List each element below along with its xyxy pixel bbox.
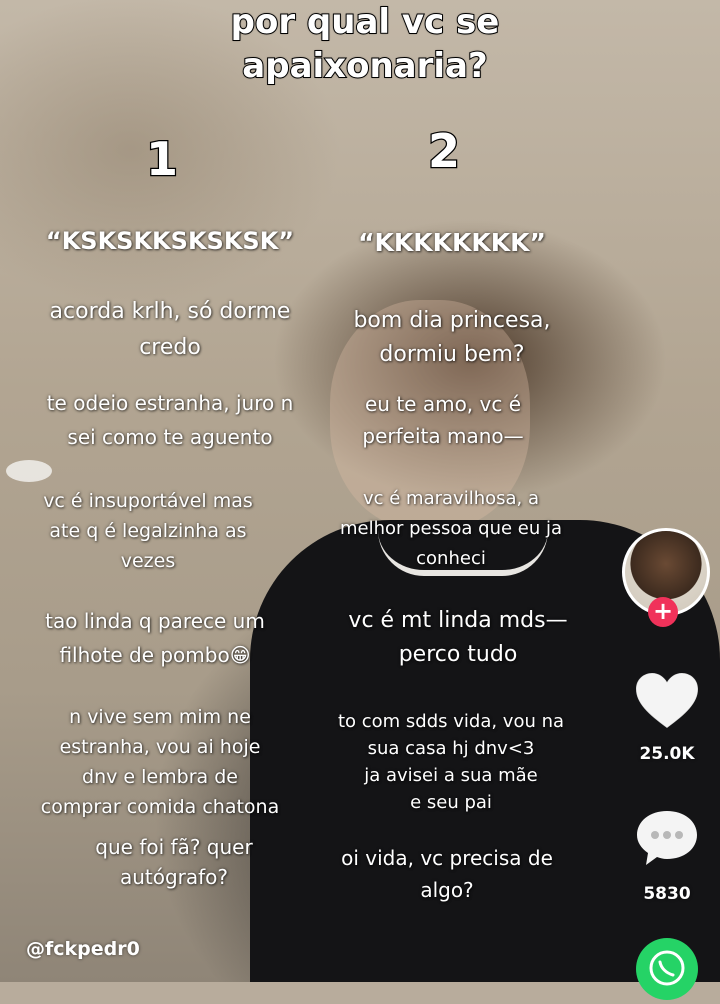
message-line: dormiu bem? [379,342,525,367]
heart-icon[interactable] [634,672,700,732]
message-line: estranha, vou ai hoje [59,736,261,758]
column-1-message-3: vc é insuportável mas ate q é legalzinha… [0,486,296,576]
message-line: te odeio estranha, juro n [46,391,294,415]
column-2-message-4: vc é mt linda mds— perco tudo [314,604,602,672]
column-1-message-6: que foi fã? quer autógrafo? [14,832,334,892]
message-line: oi vida, vc precisa de [341,846,553,870]
message-line: e seu pai [410,792,492,813]
column-1-message-5: n vive sem mim ne estranha, vou ai hoje … [14,702,306,822]
message-line: vezes [120,550,176,572]
column-2-message-6: oi vida, vc precisa de algo? [312,842,582,906]
message-line: dnv e lembra de [82,766,238,788]
column-1-quote: “KSKSKKSKSKSK” [45,227,295,255]
message-line: perco tudo [398,642,518,667]
message-line: bom dia princesa, [353,308,551,333]
message-line: vc é insuportável mas [43,490,253,512]
column-1-message-1: acorda krlh, só dorme credo [10,294,330,366]
message-line: acorda krlh, só dorme [49,299,291,324]
column-2-message-1: bom dia princesa, dormiu bem? [312,304,592,372]
message-line: ja avisei a sua mãe [364,765,538,786]
ceiling-light [6,460,52,482]
column-1-message-4: tao linda q parece um filhote de pombo😁 [10,604,300,672]
column-2-message-3: vc é maravilhosa, a melhor pessoa que eu… [310,484,592,574]
message-line: perfeita mano— [362,424,524,448]
column-2-number: 2 [427,123,462,180]
message-line: n vive sem mim ne [69,706,251,728]
column-1-message-2: te odeio estranha, juro n sei como te ag… [10,386,330,454]
follow-plus-icon[interactable]: + [648,597,678,627]
message-line: eu te amo, vc é [364,392,522,416]
message-line: tao linda q parece um [45,609,265,633]
column-2-message-5: to com sdds vida, vou na sua casa hj dnv… [316,708,586,816]
message-line: melhor pessoa que eu ja [339,518,563,539]
column-2-message-2: eu te amo, vc é perfeita mano— [318,388,568,452]
comment-count: 5830 [643,884,691,904]
whatsapp-share-icon[interactable] [636,938,698,1000]
message-line: que foi fã? quer [95,835,253,859]
message-line: vc é mt linda mds— [348,608,568,633]
message-line: autógrafo? [119,865,229,889]
message-line: sei como te aguento [67,425,273,449]
message-line: to com sdds vida, vou na [337,711,565,732]
message-line: vc é maravilhosa, a [362,488,540,509]
column-1-number: 1 [145,131,180,188]
message-line: filhote de pombo😁 [59,643,251,667]
video-title: por qual vc se apaixonaria? [150,0,580,88]
like-count: 25.0K [639,744,695,764]
message-line: sua casa hj dnv<3 [367,738,535,759]
comment-icon[interactable] [634,808,700,868]
creator-username[interactable]: @fckpedr0 [26,938,140,960]
phone-icon [649,950,685,986]
title-line-2: apaixonaria? [241,45,488,87]
message-line: comprar comida chatona [40,796,280,818]
column-2-quote: “KKKKKKKK” [358,228,546,257]
message-line: ate q é legalzinha as [49,520,247,542]
message-line: credo [139,335,201,360]
title-line-1: por qual vc se [230,1,501,43]
message-line: algo? [420,878,474,902]
message-line: conheci [416,548,486,569]
